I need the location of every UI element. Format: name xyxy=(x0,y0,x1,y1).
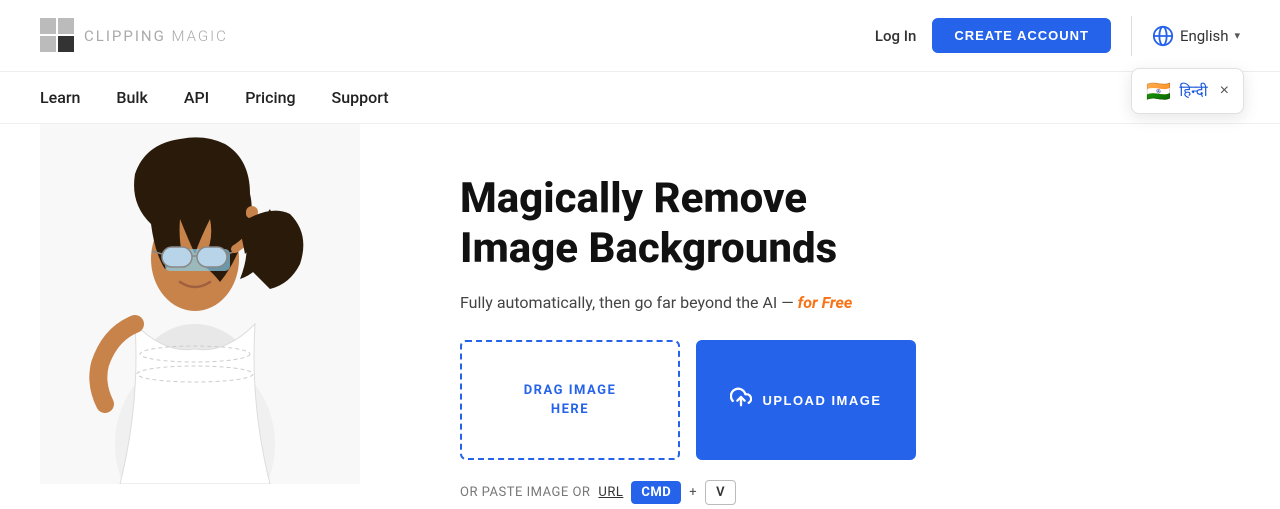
nav-item-support[interactable]: Support xyxy=(332,88,389,107)
drag-line1: DRAG IMAGE xyxy=(524,381,617,401)
cmd-badge: CMD xyxy=(631,481,681,504)
india-flag-icon: 🇮🇳 xyxy=(1146,79,1171,103)
lang-divider xyxy=(1131,16,1132,56)
upload-area: DRAG IMAGE HERE UPLOAD IMAGE xyxy=(460,340,1220,460)
for-free-label: for Free xyxy=(798,293,853,312)
upload-image-button[interactable]: UPLOAD IMAGE xyxy=(696,340,916,460)
hero-title: Magically Remove Image Backgrounds xyxy=(460,174,940,273)
nav-item-pricing[interactable]: Pricing xyxy=(245,88,295,107)
main-nav: Learn Bulk API Pricing Support xyxy=(0,72,1280,124)
create-account-button[interactable]: CREATE ACCOUNT xyxy=(932,18,1111,53)
drag-text: DRAG IMAGE HERE xyxy=(524,381,617,420)
upload-icon xyxy=(730,386,752,414)
main-content: Magically Remove Image Backgrounds Fully… xyxy=(0,124,1280,505)
logo-text: CLIPPING MAGIC xyxy=(84,27,228,45)
logo-light: MAGIC xyxy=(166,27,228,45)
paste-area: OR PASTE IMAGE OR URL CMD + V xyxy=(460,480,1220,505)
hero-image-container xyxy=(40,124,380,488)
header-right: Log In CREATE ACCOUNT English ▾ xyxy=(875,16,1240,56)
upload-button-label: UPLOAD IMAGE xyxy=(762,393,881,408)
hero-subtitle: Fully automatically, then go far beyond … xyxy=(460,293,1220,312)
login-link[interactable]: Log In xyxy=(875,27,916,45)
language-selector[interactable]: English ▾ xyxy=(1152,25,1240,47)
hero-subtitle-prefix: Fully automatically, then go far beyond … xyxy=(460,293,794,312)
nav-item-learn[interactable]: Learn xyxy=(40,88,80,107)
hero-title-line1: Magically Remove xyxy=(460,174,807,223)
lang-label: English xyxy=(1180,27,1229,45)
paste-url-link[interactable]: URL xyxy=(598,485,623,500)
drag-drop-zone[interactable]: DRAG IMAGE HERE xyxy=(460,340,680,460)
nav-item-bulk[interactable]: Bulk xyxy=(116,88,147,107)
chevron-down-icon: ▾ xyxy=(1234,29,1240,42)
close-lang-dropdown-button[interactable]: × xyxy=(1220,83,1229,99)
hero-text-area: Magically Remove Image Backgrounds Fully… xyxy=(380,124,1280,505)
paste-prefix-text: OR PASTE IMAGE OR xyxy=(460,485,590,500)
lang-dropdown: 🇮🇳 हिन्दी × xyxy=(1131,68,1244,114)
hero-title-line2: Image Backgrounds xyxy=(460,224,837,273)
globe-icon xyxy=(1152,25,1174,47)
logo-icon xyxy=(40,18,76,54)
logo[interactable]: CLIPPING MAGIC xyxy=(40,18,228,54)
hindi-label: हिन्दी xyxy=(1179,81,1207,101)
nav-item-api[interactable]: API xyxy=(184,88,209,107)
header: CLIPPING MAGIC Log In CREATE ACCOUNT Eng… xyxy=(0,0,1280,72)
logo-bold: CLIPPING xyxy=(84,27,166,45)
plus-text: + xyxy=(689,485,697,500)
v-badge: V xyxy=(705,480,736,505)
drag-line2: HERE xyxy=(524,400,617,420)
hero-woman-image xyxy=(40,124,360,484)
